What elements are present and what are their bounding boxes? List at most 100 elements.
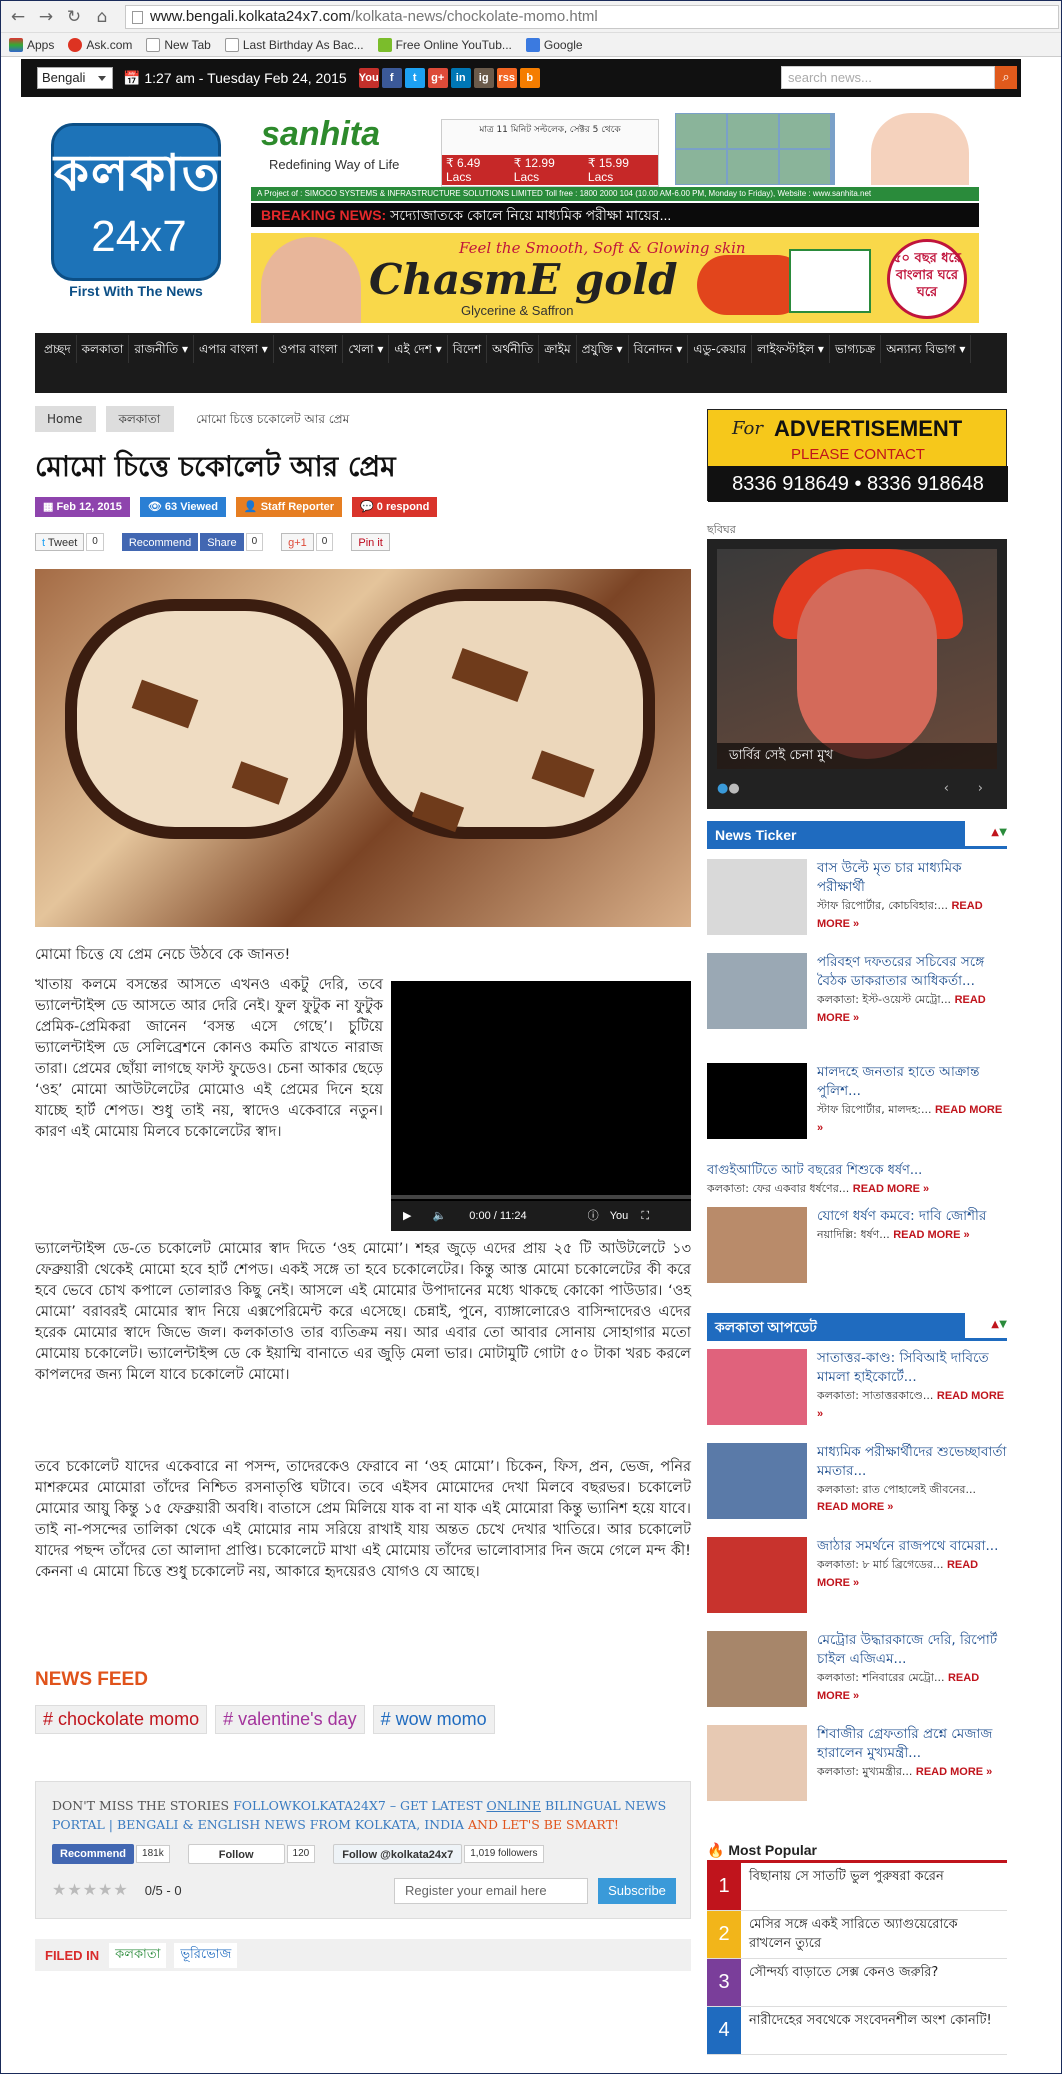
- gallery-title: ছবিঘর: [707, 523, 736, 536]
- fb-count: 181k: [136, 1845, 170, 1863]
- up-arrow-icon[interactable]: ▲: [991, 827, 999, 838]
- nav-item[interactable]: এডু-কেয়ার: [688, 335, 753, 363]
- nav-item[interactable]: ভাগ্যচক্র: [830, 335, 882, 363]
- bookmark-google[interactable]: Google: [525, 37, 583, 52]
- nav-item[interactable]: বিদেশ: [448, 335, 488, 363]
- nav-item[interactable]: খেলা ▾: [343, 335, 390, 363]
- advertisement-contact-box[interactable]: For ADVERTISEMENT PLEASE CONTACT 8336 91…: [707, 409, 1008, 502]
- breadcrumb-section[interactable]: কলকাতা: [106, 406, 175, 432]
- twitter-follow-button[interactable]: Follow @kolkata24x7: [333, 1844, 463, 1864]
- bookmark-apps[interactable]: Apps: [9, 37, 54, 52]
- bookmark-birthday[interactable]: Last Birthday As Bac...: [224, 37, 364, 52]
- volume-icon[interactable]: 🔈: [433, 1210, 447, 1222]
- nav-item[interactable]: এপার বাংলা ▾: [194, 335, 274, 363]
- filed-tag[interactable]: ভূরিভোজ: [174, 1942, 238, 1968]
- bookmark-new-tab[interactable]: New Tab: [146, 37, 211, 52]
- tweet-button[interactable]: t Tweet: [35, 533, 85, 551]
- gallery-dot-active[interactable]: ●: [717, 781, 728, 796]
- star-rating-icon[interactable]: ★★★★★: [52, 1880, 129, 1900]
- forward-icon[interactable]: →: [35, 6, 57, 28]
- linkedin-icon[interactable]: in: [450, 68, 471, 88]
- pinit-button[interactable]: Pin it: [351, 533, 390, 551]
- language-select[interactable]: Bengali: [37, 67, 113, 89]
- apps-icon: [9, 37, 23, 52]
- reload-icon[interactable]: ↻: [63, 6, 85, 28]
- video-player[interactable]: ▶ 🔈 0:00 / 11:24 ⓘ You ⛶: [391, 981, 691, 1231]
- fb-recommend-button[interactable]: Recommend: [52, 1844, 135, 1864]
- down-arrow-icon[interactable]: ▼: [999, 1319, 1007, 1330]
- rating: ★★★★★ 0/5 - 0: [52, 1880, 182, 1900]
- back-icon[interactable]: ←: [7, 6, 29, 28]
- address-bar[interactable]: www.bengali.kolkata24x7.com/kolkata-news…: [125, 5, 1059, 29]
- nav-item[interactable]: অর্থনীতি: [487, 335, 540, 363]
- prev-arrow-icon[interactable]: ‹: [944, 781, 949, 796]
- tag-chockolate-momo[interactable]: # chockolate momo: [35, 1705, 208, 1734]
- soap-box-image: [789, 249, 871, 313]
- play-icon[interactable]: ▶: [403, 1210, 411, 1222]
- rss-icon[interactable]: rss: [496, 68, 517, 88]
- respond-badge[interactable]: 💬 0 respond: [352, 497, 438, 517]
- photo-gallery[interactable]: ডার্বির সেই চেনা মুখ ●● ‹ ›: [707, 539, 1007, 809]
- info-icon[interactable]: ⓘ: [588, 1210, 599, 1222]
- nav-item[interactable]: লাইফস্টাইল ▾: [752, 335, 830, 363]
- gallery-dot[interactable]: ●: [728, 781, 739, 796]
- instagram-icon[interactable]: ig: [473, 68, 494, 88]
- popular-item[interactable]: 4 নারীদেহের সবথেকে সংবেদনশীল অংশ কোনটি!: [707, 2007, 1007, 2055]
- nav-item[interactable]: কলকাতা: [77, 335, 130, 363]
- share-button[interactable]: Share: [200, 533, 244, 551]
- nav-item[interactable]: ওপার বাংলা: [274, 335, 344, 363]
- up-arrow-icon[interactable]: ▲: [991, 1319, 999, 1330]
- nav-item[interactable]: এই দেশ ▾: [389, 335, 448, 363]
- subscribe-button[interactable]: Subscribe: [598, 1878, 676, 1904]
- breaking-news-bar[interactable]: BREAKING NEWS: সদ্যোজাতকে কোলে নিয়ে মাধ…: [251, 203, 979, 227]
- page-icon: [224, 37, 239, 52]
- fullscreen-icon[interactable]: ⛶: [641, 1210, 649, 1222]
- nav-item[interactable]: বিনোদন ▾: [629, 335, 689, 363]
- nav-item[interactable]: রাজনীতি ▾: [129, 335, 195, 363]
- site-logo[interactable]: কলকাতা 24x7 First With The News: [49, 123, 234, 303]
- chasme-banner-ad[interactable]: Feel the Smooth, Soft & Glowing skin Cha…: [251, 233, 979, 323]
- recommend-button[interactable]: Recommend: [121, 533, 199, 551]
- email-input[interactable]: Register your email here: [394, 1878, 588, 1904]
- next-arrow-icon[interactable]: ›: [978, 781, 983, 796]
- down-arrow-icon[interactable]: ▼: [999, 827, 1007, 838]
- youtube-icon[interactable]: You: [610, 1210, 629, 1222]
- gplus-button[interactable]: g+1: [281, 533, 314, 551]
- author-badge[interactable]: 👤 Staff Reporter: [235, 497, 343, 517]
- sanhita-banner-ad[interactable]: sanhita Redefining Way of Life মাত্র 11 …: [251, 111, 979, 201]
- article-paragraph-3: তবে চকোলেট যাদের একেবারে না পসন্দ, তাদের…: [35, 1459, 691, 1580]
- youtube-icon[interactable]: You: [358, 68, 379, 88]
- ad-brand: sanhita: [261, 115, 381, 153]
- facebook-icon[interactable]: f: [381, 68, 402, 88]
- ad-model-image: [261, 237, 361, 323]
- popular-item[interactable]: 1 বিছানায় সে সাতটি ভুল পুরুষরা করেন: [707, 1863, 1007, 1911]
- bookmark-ask[interactable]: Ask.com: [68, 37, 132, 52]
- popular-title: সৌন্দর্য্য বাড়াতে সেক্স কেনও জরুরি?: [749, 1965, 939, 1980]
- home-icon[interactable]: ⌂: [91, 6, 113, 28]
- twitter-icon[interactable]: t: [404, 68, 425, 88]
- browser-window: ← → ↻ ⌂ www.bengali.kolkata24x7.com/kolk…: [0, 0, 1062, 2074]
- google-plus-icon[interactable]: g+: [427, 68, 448, 88]
- tag-valentines-day[interactable]: # valentine's day: [215, 1705, 365, 1734]
- date-time: 📅 1:27 am - Tuesday Feb 24, 2015: [123, 69, 347, 86]
- main-nav: প্রচ্ছদ কলকাতা রাজনীতি ▾ এপার বাংলা ▾ ওপার ব…: [35, 333, 1007, 393]
- blogger-icon[interactable]: b: [519, 68, 540, 88]
- bookmark-youtube[interactable]: Free Online YouTub...: [377, 37, 512, 52]
- nav-item[interactable]: অন্যান্য বিভাগ ▾: [881, 335, 972, 363]
- tag-wow-momo[interactable]: # wow momo: [372, 1705, 495, 1734]
- nav-item[interactable]: প্রচ্ছদ: [39, 335, 77, 363]
- ad-person-image: [871, 113, 969, 185]
- popular-item[interactable]: 3 সৌন্দর্য্য বাড়াতে সেক্স কেনও জরুরি?: [707, 1959, 1007, 2007]
- popular-item[interactable]: 2 মেসির সঙ্গে একই সারিতে অ্যাগুয়েরোকে রা…: [707, 1911, 1007, 1959]
- filed-tag[interactable]: কলকাতা: [109, 1942, 167, 1968]
- search-input[interactable]: search news...: [781, 66, 995, 89]
- breadcrumb-home[interactable]: Home: [35, 406, 97, 432]
- nav-item[interactable]: ক্রাইম: [539, 335, 577, 363]
- gplus-follow-button[interactable]: Follow: [187, 1844, 285, 1864]
- logo-24x7: 24x7: [91, 212, 187, 261]
- video-progress[interactable]: [391, 1195, 691, 1199]
- nav-item[interactable]: প্রযুক্তি ▾: [577, 335, 629, 363]
- search-icon[interactable]: ⌕: [995, 66, 1017, 89]
- popular-rank: 1: [707, 1863, 741, 1910]
- ticker-item[interactable]: বাগুইআটিতে আট বছরের শিশুকে ধর্ষণ... কলকা…: [707, 1161, 1007, 1201]
